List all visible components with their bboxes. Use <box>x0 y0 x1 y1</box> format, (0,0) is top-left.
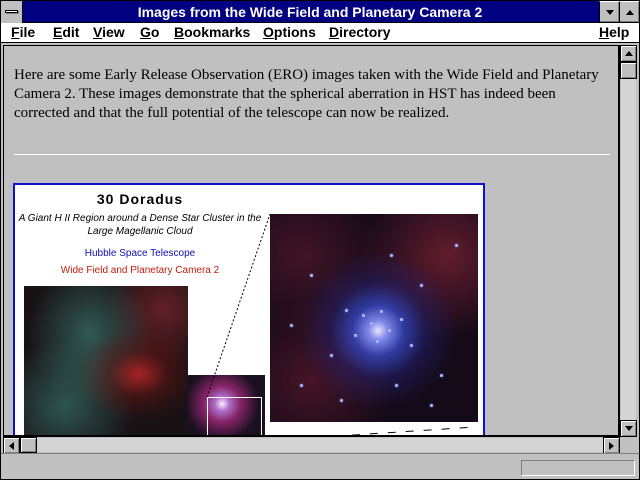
star <box>354 334 357 337</box>
doradus-image[interactable]: 30 Doradus A Giant H II Region around a … <box>13 183 485 435</box>
scroll-left-button[interactable] <box>3 437 20 454</box>
menu-bookmarks[interactable]: Bookmarks <box>174 24 250 40</box>
document-view: Here are some Early Release Observation … <box>3 45 619 436</box>
progress-indicator <box>521 460 635 476</box>
star <box>410 344 413 347</box>
horizontal-scrollbar[interactable] <box>3 436 621 454</box>
status-text <box>7 460 507 476</box>
star <box>330 354 333 357</box>
menu-edit[interactable]: Edit <box>53 24 79 40</box>
star <box>340 399 343 402</box>
browser-window: Images from the Wide Field and Planetary… <box>0 0 640 480</box>
title-bar: Images from the Wide Field and Planetary… <box>1 1 639 23</box>
menu-view[interactable]: View <box>93 24 125 40</box>
horizontal-rule <box>14 154 610 155</box>
star <box>310 274 313 277</box>
menu-directory[interactable]: Directory <box>329 24 390 40</box>
minimize-icon <box>605 9 614 15</box>
vertical-scroll-track[interactable] <box>621 62 636 421</box>
window-title: Images from the Wide Field and Planetary… <box>137 4 483 20</box>
menu-bar: File Edit View Go Bookmarks Options Dire… <box>1 23 639 43</box>
system-menu-button[interactable] <box>1 1 23 23</box>
system-menu-icon <box>5 10 18 13</box>
star <box>390 254 393 257</box>
vertical-scroll-thumb[interactable] <box>620 62 637 79</box>
star <box>290 324 293 327</box>
horizontal-scroll-track[interactable] <box>20 438 604 452</box>
scroll-right-button[interactable] <box>603 437 620 454</box>
menu-help[interactable]: Help <box>599 24 629 40</box>
arrow-right-icon <box>609 441 614 450</box>
horizontal-scroll-thumb[interactable] <box>20 437 37 453</box>
arrow-down-icon <box>624 426 633 431</box>
star <box>395 384 398 387</box>
star <box>430 404 433 407</box>
star <box>380 310 383 313</box>
star <box>362 314 365 317</box>
intro-paragraph: Here are some Early Release Observation … <box>14 67 599 121</box>
star <box>400 318 403 321</box>
star <box>455 244 458 247</box>
star-cluster-image <box>270 214 478 422</box>
arrow-left-icon <box>9 441 14 450</box>
star <box>420 284 423 287</box>
star <box>300 384 303 387</box>
menu-file[interactable]: File <box>11 24 35 40</box>
scroll-up-button[interactable] <box>620 45 637 62</box>
star <box>388 329 391 332</box>
maximize-button[interactable] <box>619 1 639 22</box>
menu-options[interactable]: Options <box>263 24 316 40</box>
star <box>370 322 373 325</box>
maximize-icon <box>625 9 634 15</box>
vertical-scrollbar[interactable] <box>619 45 637 438</box>
star <box>376 340 379 343</box>
minimize-button[interactable] <box>599 1 619 22</box>
status-bar <box>1 453 639 479</box>
scroll-down-button[interactable] <box>620 420 637 437</box>
star <box>345 309 348 312</box>
arrow-up-icon <box>624 51 633 56</box>
star <box>440 374 443 377</box>
menu-go[interactable]: Go <box>140 24 159 40</box>
